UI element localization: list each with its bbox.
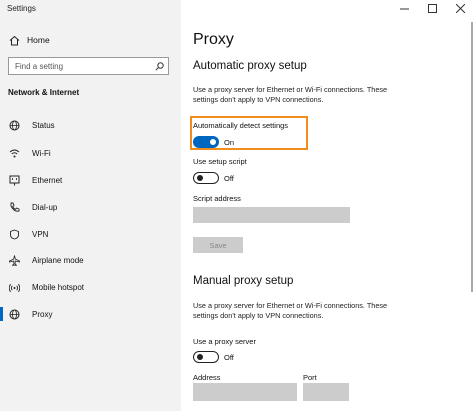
sidebar-item-ethernet[interactable]: Ethernet (0, 170, 181, 190)
auto-detect-state: On (224, 138, 235, 147)
window-title: Settings (7, 4, 36, 13)
sidebar-item-airplane[interactable]: Airplane mode (0, 250, 181, 270)
airplane-icon (8, 254, 20, 266)
setup-script-label: Use setup script (193, 157, 247, 166)
sidebar-item-vpn[interactable]: VPN (0, 224, 181, 244)
manual-proxy-description: Use a proxy server for Ethernet or Wi-Fi… (193, 301, 388, 320)
vpn-icon (8, 228, 20, 240)
search-placeholder: Find a setting (15, 61, 64, 71)
sidebar-item-hotspot[interactable]: Mobile hotspot (0, 277, 181, 297)
automatic-proxy-heading: Automatic proxy setup (193, 60, 307, 72)
use-proxy-state: Off (224, 353, 234, 362)
sidebar-item-label: Wi-Fi (32, 148, 51, 158)
sidebar-section-title: Network & Internet (8, 88, 80, 97)
setup-script-toggle[interactable] (193, 172, 219, 184)
manual-proxy-heading: Manual proxy setup (193, 275, 294, 287)
dialup-icon (8, 201, 20, 213)
sidebar-item-label: Proxy (32, 309, 53, 319)
sidebar-item-dialup[interactable]: Dial-up (0, 197, 181, 217)
sidebar-home[interactable]: Home (0, 30, 181, 50)
sidebar-item-label: Mobile hotspot (32, 282, 85, 292)
setup-script-state: Off (224, 174, 234, 183)
hotspot-icon (8, 281, 20, 293)
save-button[interactable]: Save (193, 237, 243, 253)
port-label: Port (303, 373, 317, 382)
script-address-field[interactable] (193, 207, 350, 223)
sidebar-item-wifi[interactable]: Wi-Fi (0, 143, 181, 163)
globe-status-icon (8, 119, 20, 131)
sidebar-item-label: Status (32, 120, 55, 130)
sidebar-item-status[interactable]: Status (0, 115, 181, 135)
port-field[interactable] (303, 383, 349, 401)
auto-detect-toggle[interactable] (193, 136, 219, 148)
script-address-label: Script address (193, 194, 241, 203)
sidebar-item-label: Ethernet (32, 175, 63, 185)
sidebar-home-label: Home (27, 35, 50, 45)
sidebar-item-label: Dial-up (32, 202, 58, 212)
address-label: Address (193, 373, 221, 382)
scrollbar-thumb[interactable] (471, 22, 473, 292)
use-proxy-toggle[interactable] (193, 351, 219, 363)
sidebar-item-proxy[interactable]: Proxy (0, 304, 181, 324)
sidebar-item-label: Airplane mode (32, 255, 84, 265)
address-field[interactable] (193, 383, 297, 401)
search-input[interactable]: Find a setting (8, 57, 169, 75)
globe-icon (8, 308, 20, 320)
sidebar-item-label: VPN (32, 229, 49, 239)
auto-detect-label: Automatically detect settings (193, 121, 289, 130)
home-icon (8, 34, 20, 46)
toggle-knob (197, 353, 203, 360)
use-proxy-label: Use a proxy server (193, 337, 256, 346)
page-title: Proxy (193, 31, 234, 48)
toggle-knob (210, 139, 216, 145)
ethernet-icon (8, 174, 20, 186)
automatic-proxy-description: Use a proxy server for Ethernet or Wi-Fi… (193, 85, 388, 104)
wifi-icon (8, 147, 20, 159)
toggle-knob (197, 174, 203, 181)
search-icon[interactable] (152, 59, 166, 73)
